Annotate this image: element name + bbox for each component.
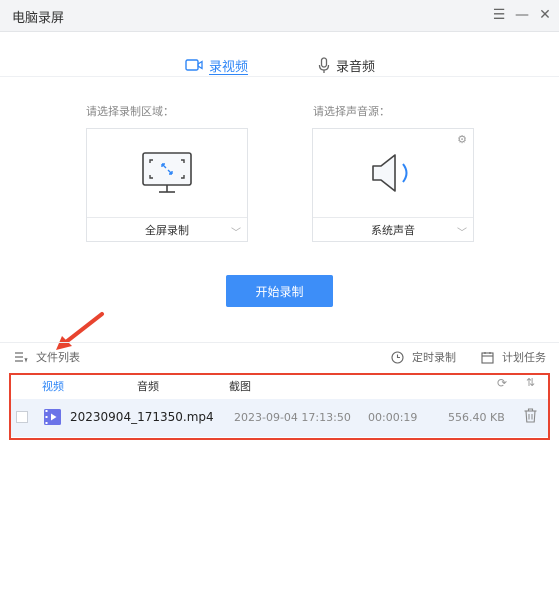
microphone-icon — [318, 56, 330, 73]
tab-videos[interactable]: 视频 — [42, 378, 64, 394]
start-recording-button[interactable]: 开始录制 — [226, 275, 333, 307]
chevron-down-icon: ﹀ — [457, 228, 467, 239]
record-area-card[interactable]: 全屏录制 ﹀ — [86, 128, 248, 242]
tab-record-audio[interactable]: 录音频 — [318, 56, 376, 75]
video-file-icon — [44, 409, 61, 425]
chevron-down-icon: ﹀ — [231, 228, 241, 239]
file-type-tabs: 视频 音频 截图 ⟳ ⇅ — [11, 375, 548, 397]
camera-icon — [185, 59, 203, 71]
file-date: 2023-09-04 17:13:50 — [234, 411, 351, 424]
title-bar: 电脑录屏 ☰ — ✕ — [0, 0, 559, 32]
file-name[interactable]: 20230904_171350.mp4 — [70, 410, 214, 424]
scheduled-recording-button[interactable]: 定时录制 — [391, 349, 456, 365]
scheduled-task-button[interactable]: 计划任务 — [481, 349, 546, 365]
record-area-label: 请选择录制区域： — [86, 105, 174, 118]
tab-screenshots[interactable]: 截图 — [229, 378, 251, 394]
file-duration: 00:00:19 — [368, 411, 418, 424]
sort-icon[interactable]: ⇅ — [526, 376, 535, 389]
clock-icon — [391, 350, 404, 364]
sound-source-select[interactable]: 系统声音 ﹀ — [313, 217, 473, 242]
sound-source-value: 系统声音 — [371, 224, 415, 237]
record-area-value: 全屏录制 — [145, 224, 189, 237]
list-icon — [15, 352, 28, 363]
file-list-label: 文件列表 — [36, 351, 80, 364]
menu-icon[interactable]: ☰ — [490, 6, 508, 24]
sound-source-icon-wrap — [313, 129, 473, 217]
file-list-panel: 视频 音频 截图 ⟳ ⇅ 20230904_171350.mp4 2023-09… — [9, 373, 550, 440]
sound-source-label: 请选择声音源： — [313, 105, 390, 118]
file-size: 556.40 KB — [448, 411, 505, 424]
record-area-icon-wrap — [87, 129, 247, 217]
sound-source-card[interactable]: ⚙ 系统声音 ﹀ — [312, 128, 474, 242]
tab-record-audio-label: 录音频 — [336, 59, 376, 75]
trash-icon[interactable] — [524, 408, 537, 423]
tabs-divider — [0, 76, 559, 77]
close-icon[interactable]: ✕ — [536, 6, 554, 24]
window-title: 电脑录屏 — [12, 11, 65, 26]
row-checkbox[interactable] — [16, 411, 28, 423]
tab-audios[interactable]: 音频 — [137, 378, 159, 394]
calendar-icon — [481, 351, 494, 364]
file-list-toggle[interactable]: 文件列表 — [14, 349, 80, 365]
tab-record-video-label: 录视频 — [209, 59, 249, 75]
scheduled-recording-label: 定时录制 — [412, 351, 456, 364]
record-area-select[interactable]: 全屏录制 ﹀ — [87, 217, 247, 242]
list-toolbar: 文件列表 定时录制 计划任务 — [0, 342, 559, 370]
refresh-icon[interactable]: ⟳ — [497, 376, 507, 390]
speaker-icon — [372, 154, 408, 192]
minimize-icon[interactable]: — — [513, 6, 531, 24]
tab-record-video[interactable]: 录视频 — [185, 56, 249, 75]
scheduled-task-label: 计划任务 — [502, 351, 546, 364]
table-row[interactable]: 20230904_171350.mp4 2023-09-04 17:13:50 … — [11, 399, 548, 437]
monitor-fullscreen-icon — [142, 152, 192, 193]
